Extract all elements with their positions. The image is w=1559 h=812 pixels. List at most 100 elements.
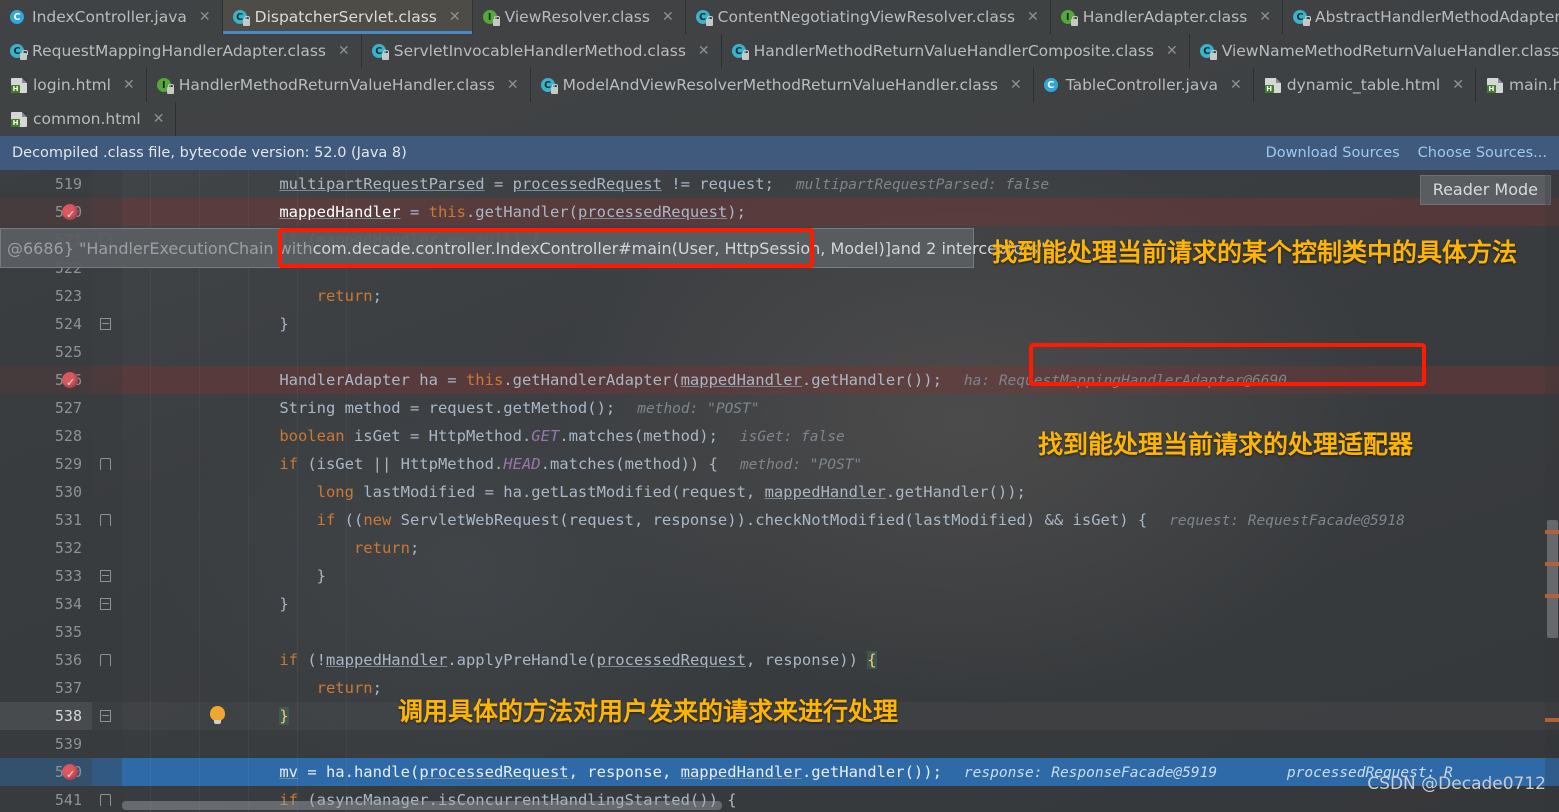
editor-tab[interactable]: C ContentNegotiatingViewResolver.class ✕ (686, 0, 1051, 34)
code-text[interactable]: String method = request.getMethod(); meth… (122, 394, 1559, 422)
code-fold-gutter[interactable] (92, 338, 122, 366)
code-text[interactable]: if (!mappedHandler.applyPreHandle(proces… (122, 646, 1559, 674)
breakpoint-verified-icon[interactable] (62, 201, 78, 229)
close-icon[interactable]: ✕ (505, 78, 521, 92)
code-text[interactable]: mappedHandler = this.getHandler(processe… (122, 198, 1559, 226)
line-number-gutter[interactable]: 532 (0, 534, 92, 562)
fold-collapse-icon[interactable] (100, 710, 111, 722)
reader-mode-tooltip[interactable]: Reader Mode (1419, 175, 1551, 205)
inline-debug-hint[interactable]: method: "POST" (740, 457, 862, 473)
line-number-gutter[interactable]: 537 (0, 674, 92, 702)
line-number-gutter[interactable]: 534 (0, 590, 92, 618)
line-number-gutter[interactable]: 535 (0, 618, 92, 646)
editor-tab[interactable]: I ViewResolver.class ✕ (473, 0, 686, 34)
line-number-gutter[interactable]: 520 (0, 198, 92, 229)
code-fold-gutter[interactable] (92, 674, 122, 702)
code-text[interactable] (122, 618, 1559, 646)
inline-debug-hint[interactable]: ha: RequestMappingHandlerAdapter@6690 (964, 373, 1287, 389)
line-number-gutter[interactable]: 538 (0, 702, 92, 730)
line-number-gutter[interactable]: 531 (0, 506, 92, 534)
code-text[interactable]: } (122, 310, 1559, 338)
inline-debug-hint[interactable]: multipartRequestParsed: false (796, 177, 1049, 193)
code-text[interactable]: multipartRequestParsed = processedReques… (122, 170, 1559, 198)
code-line[interactable]: 530 long lastModified = ha.getLastModifi… (0, 478, 1559, 506)
line-number-gutter[interactable]: 527 (0, 394, 92, 422)
close-icon[interactable]: ✕ (1025, 10, 1041, 24)
editor-tab[interactable]: CViewNameMethodReturnValueHandler.class✕ (1190, 34, 1559, 68)
code-line[interactable]: 532 return; (0, 534, 1559, 562)
horizontal-scrollbar-thumb[interactable] (122, 801, 722, 810)
close-icon[interactable]: ✕ (1008, 78, 1024, 92)
code-text[interactable]: long lastModified = ha.getLastModified(r… (122, 478, 1559, 506)
code-line[interactable]: 525 (0, 338, 1559, 366)
code-fold-gutter[interactable] (92, 198, 122, 226)
code-fold-gutter[interactable] (92, 702, 225, 730)
fold-collapse-icon[interactable] (100, 570, 111, 582)
close-icon[interactable]: ✕ (1450, 78, 1466, 92)
code-text[interactable]: mv = ha.handle(processedRequest, respons… (122, 758, 1559, 786)
inline-debug-hint[interactable]: method: "POST" (637, 401, 759, 417)
code-line[interactable]: 526 HandlerAdapter ha = this.getHandlerA… (0, 366, 1559, 397)
code-line[interactable]: 527 String method = request.getMethod();… (0, 394, 1559, 422)
close-icon[interactable]: ✕ (1164, 44, 1180, 58)
line-number-gutter[interactable]: 541 (0, 786, 92, 812)
debugger-value-tooltip[interactable]: @6686} "HandlerExecutionChain with com.d… (0, 228, 1046, 268)
editor-tab[interactable]: login.html ✕ (0, 68, 147, 102)
code-line[interactable]: 523 return; (0, 282, 1559, 310)
close-icon[interactable]: ✕ (151, 112, 167, 126)
code-fold-gutter[interactable] (92, 170, 122, 198)
close-icon[interactable]: ✕ (197, 10, 213, 24)
editor-tab[interactable]: main.html✕ (1476, 68, 1559, 102)
editor-tab[interactable]: C ServletInvocableHandlerMethod.class ✕ (362, 34, 722, 68)
line-number-gutter[interactable]: 540 (0, 758, 92, 789)
editor-tab[interactable]: C RequestMappingHandlerAdapter.class ✕ (0, 34, 362, 68)
inline-debug-hint[interactable]: request: RequestFacade@5918 (1169, 513, 1405, 529)
code-fold-gutter[interactable] (92, 478, 122, 506)
editor-tab[interactable]: C DispatcherServlet.class ✕ (222, 0, 473, 34)
line-number-gutter[interactable]: 528 (0, 422, 92, 450)
code-fold-gutter[interactable] (92, 562, 122, 590)
choose-sources-link[interactable]: Choose Sources... (1418, 145, 1547, 161)
line-number-gutter[interactable]: 525 (0, 338, 92, 366)
close-icon[interactable]: ✕ (1257, 10, 1273, 24)
editor-tab[interactable]: C HandlerMethodReturnValueHandlerComposit… (722, 34, 1190, 68)
line-number-gutter[interactable]: 529 (0, 450, 92, 478)
editor-tab[interactable]: common.html ✕ (0, 102, 177, 136)
code-fold-gutter[interactable] (92, 394, 122, 422)
close-icon[interactable]: ✕ (121, 78, 137, 92)
line-number-gutter[interactable]: 536 (0, 646, 92, 674)
code-text[interactable]: if ((new ServletWebRequest(request, resp… (122, 506, 1559, 534)
download-sources-link[interactable]: Download Sources (1266, 145, 1400, 161)
horizontal-scrollbar[interactable] (92, 801, 1542, 810)
code-text[interactable]: return; (122, 534, 1559, 562)
editor-tab[interactable]: C IndexController.java ✕ (0, 0, 223, 34)
code-fold-gutter[interactable] (92, 450, 122, 478)
fold-collapse-icon[interactable] (100, 598, 111, 610)
code-fold-gutter[interactable] (92, 618, 122, 646)
close-icon[interactable]: ✕ (660, 10, 676, 24)
close-icon[interactable]: ✕ (1228, 78, 1244, 92)
code-line[interactable]: 539 (0, 730, 1559, 758)
code-fold-gutter[interactable] (92, 730, 122, 758)
code-text[interactable]: HandlerAdapter ha = this.getHandlerAdapt… (122, 366, 1559, 394)
code-line[interactable]: 519 multipartRequestParsed = processedRe… (0, 170, 1559, 198)
close-icon[interactable]: ✕ (336, 44, 352, 58)
code-fold-gutter[interactable] (92, 534, 122, 562)
editor-tab[interactable]: I HandlerAdapter.class ✕ (1051, 0, 1284, 34)
fold-collapse-icon[interactable] (100, 318, 111, 330)
inline-debug-hint[interactable]: isGet: false (740, 429, 845, 445)
editor-tab[interactable]: dynamic_table.html ✕ (1254, 68, 1476, 102)
code-line[interactable]: 533 } (0, 562, 1559, 590)
scrollbar-thumb[interactable] (1547, 520, 1558, 638)
editor-marker-scrollbar[interactable] (1545, 170, 1559, 812)
line-number-gutter[interactable]: 539 (0, 730, 92, 758)
code-fold-gutter[interactable] (92, 506, 122, 534)
code-fold-gutter[interactable] (92, 310, 122, 338)
code-line[interactable]: 540 mv = ha.handle(processedRequest, res… (0, 758, 1559, 789)
editor-tab[interactable]: I HandlerMethodReturnValueHandler.class ✕ (147, 68, 531, 102)
code-line[interactable]: 536 if (!mappedHandler.applyPreHandle(pr… (0, 646, 1559, 674)
breakpoint-verified-icon[interactable] (62, 369, 78, 397)
line-number-gutter[interactable]: 533 (0, 562, 92, 590)
fold-region-icon[interactable] (100, 514, 111, 526)
code-line[interactable]: 534 } (0, 590, 1559, 618)
